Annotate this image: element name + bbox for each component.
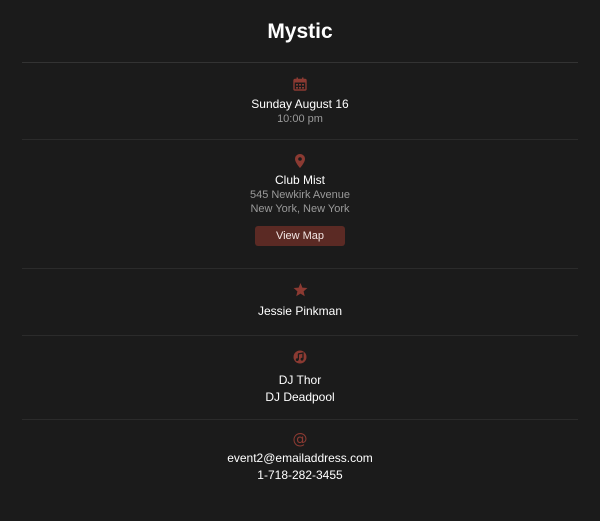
venue-address-line1: 545 Newkirk Avenue bbox=[249, 189, 351, 201]
venue-name: Club Mist bbox=[274, 173, 325, 187]
music-icon bbox=[0, 350, 600, 364]
event-date: Sunday August 16 bbox=[251, 97, 349, 111]
dj-name: DJ Deadpool bbox=[265, 390, 335, 404]
host-section: Jessie Pinkman bbox=[0, 269, 600, 335]
event-title: Mystic bbox=[267, 20, 333, 43]
view-map-button[interactable]: View Map bbox=[255, 226, 345, 246]
event-detail-page: Mystic Sunday August 16 10:00 pm Club Mi… bbox=[0, 0, 600, 521]
venue-section: Club Mist 545 Newkirk Avenue New York, N… bbox=[0, 140, 600, 268]
djs-section: DJ Thor DJ Deadpool bbox=[0, 336, 600, 419]
venue-address-line2: New York, New York bbox=[250, 203, 350, 215]
contact-email[interactable]: event2@emailaddress.com bbox=[0, 450, 600, 467]
date-section: Sunday August 16 10:00 pm bbox=[0, 63, 600, 139]
map-pin-icon bbox=[0, 154, 600, 168]
event-time: 10:00 pm bbox=[277, 113, 323, 125]
contact-section: @ event2@emailaddress.com 1-718-282-3455 bbox=[0, 420, 600, 484]
host-name: Jessie Pinkman bbox=[257, 304, 343, 318]
contact-phone[interactable]: 1-718-282-3455 bbox=[0, 467, 600, 484]
calendar-icon bbox=[0, 77, 600, 91]
dj-name: DJ Thor bbox=[278, 373, 322, 387]
star-icon bbox=[0, 283, 600, 297]
at-icon: @ bbox=[292, 430, 308, 448]
